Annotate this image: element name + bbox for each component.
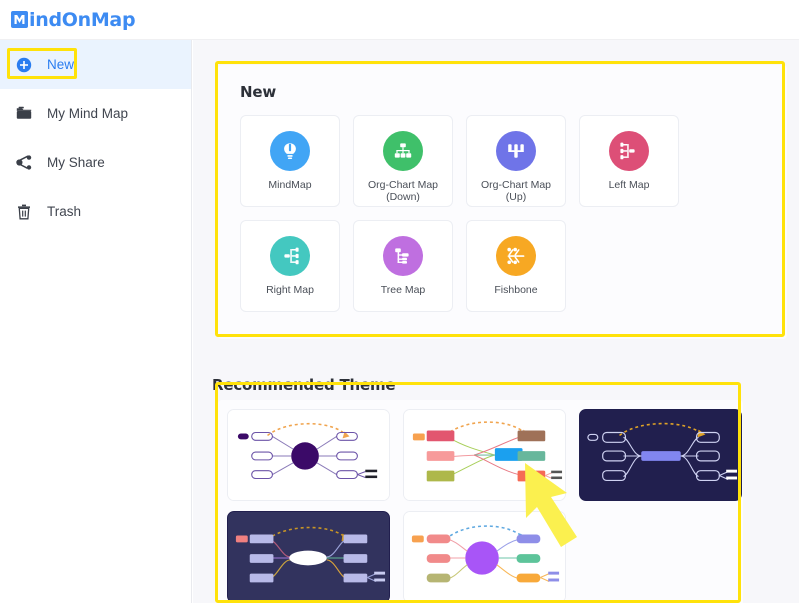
card-mindmap-label: MindMap [268, 179, 312, 191]
app-window: indOnMap New My Mind Map My Share Trash … [0, 0, 799, 603]
new-section-title: New [240, 83, 276, 101]
theme-card-dark-white[interactable] [227, 511, 390, 603]
card-right-map[interactable]: Right Map [240, 220, 340, 312]
card-left-map-label: Left Map [608, 179, 650, 191]
card-fishbone-label: Fishbone [494, 284, 538, 296]
theme-card-colorful-light[interactable] [403, 409, 566, 501]
card-org-chart-down-label: Org-Chart Map (Down) [367, 179, 439, 203]
app-header: indOnMap [0, 0, 799, 40]
card-left-map[interactable]: Left Map [579, 115, 679, 207]
sidebar-item-my-share-label: My Share [47, 154, 105, 170]
new-card-grid: MindMap Org-Chart Map (Down) Org-Chart M… [218, 101, 787, 312]
right-map-icon [270, 236, 310, 276]
share-icon [13, 152, 35, 174]
card-tree-map[interactable]: Tree Map [353, 220, 453, 312]
recommended-theme-panel [218, 400, 743, 603]
recommended-theme-title: Recommended Theme [212, 376, 396, 394]
fishbone-icon [496, 236, 536, 276]
theme-card-violet-light[interactable] [403, 511, 566, 603]
org-chart-up-icon [496, 131, 536, 171]
theme-card-purple-light[interactable] [227, 409, 390, 501]
mindmap-icon [270, 131, 310, 171]
card-tree-map-label: Tree Map [380, 284, 426, 296]
sidebar-item-my-mind-map[interactable]: My Mind Map [0, 89, 191, 138]
sidebar-item-my-mind-map-label: My Mind Map [47, 105, 129, 121]
theme-card-dark-blue[interactable] [579, 409, 742, 501]
sidebar: New My Mind Map My Share Trash [0, 40, 192, 603]
card-fishbone[interactable]: Fishbone [466, 220, 566, 312]
trash-icon [13, 201, 35, 223]
card-org-chart-up-label: Org-Chart Map (Up) [480, 179, 552, 203]
card-org-chart-up[interactable]: Org-Chart Map (Up) [466, 115, 566, 207]
sidebar-item-new-label: New [47, 56, 75, 72]
main-content: New MindMap Org-Chart Map (Down) Org-Cha… [193, 40, 799, 603]
card-mindmap[interactable]: MindMap [240, 115, 340, 207]
tree-map-icon [383, 236, 423, 276]
card-org-chart-down[interactable]: Org-Chart Map (Down) [353, 115, 453, 207]
new-panel: New MindMap Org-Chart Map (Down) Org-Cha… [218, 65, 787, 339]
logo-text: indOnMap [29, 8, 136, 31]
folder-icon [13, 103, 35, 125]
sidebar-item-my-share[interactable]: My Share [0, 138, 191, 187]
sidebar-item-trash[interactable]: Trash [0, 187, 191, 236]
sidebar-item-new[interactable]: New [0, 40, 191, 89]
org-chart-down-icon [383, 131, 423, 171]
brand-logo[interactable]: indOnMap [11, 8, 136, 31]
card-right-map-label: Right Map [266, 284, 314, 296]
sidebar-item-trash-label: Trash [47, 203, 82, 219]
left-map-icon [609, 131, 649, 171]
logo-mark-icon [11, 10, 29, 29]
theme-grid [218, 400, 743, 603]
plus-circle-icon [13, 54, 35, 76]
